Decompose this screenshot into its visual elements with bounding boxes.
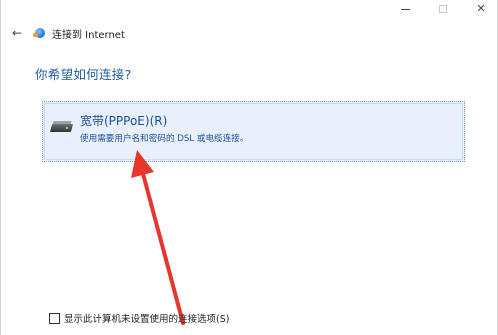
- minimize-icon: [400, 8, 410, 10]
- show-unconfigured-options-checkbox[interactable]: [49, 312, 60, 324]
- checkbox-label[interactable]: 显示此计算机未设置使用的连接选项(S): [64, 311, 229, 325]
- option-title: 宽带(PPPoE)(R): [80, 114, 168, 128]
- title-bar: ✕: [1, 0, 497, 16]
- connect-to-internet-window: ✕ ← 连接到 Internet 你希望如何连接? 宽带(PPPoE)(R) 使…: [0, 0, 498, 335]
- minimize-button[interactable]: [387, 0, 423, 16]
- maximize-button[interactable]: [425, 0, 461, 16]
- navigation-bar: ← 连接到 Internet: [9, 24, 125, 42]
- close-icon: ✕: [476, 1, 486, 15]
- broadband-pppoe-option[interactable]: 宽带(PPPoE)(R) 使用需要用户名和密码的 DSL 或电缆连接。: [42, 101, 465, 162]
- option-description: 使用需要用户名和密码的 DSL 或电缆连接。: [80, 134, 249, 144]
- red-annotation-arrow: [131, 150, 185, 325]
- close-button[interactable]: ✕: [463, 0, 498, 16]
- network-globe-icon: [33, 26, 47, 40]
- page-heading: 你希望如何连接?: [35, 67, 132, 82]
- wizard-title: 连接到 Internet: [52, 29, 125, 41]
- show-unconfigured-options-row[interactable]: 显示此计算机未设置使用的连接选项(S): [49, 311, 229, 325]
- maximize-icon: [439, 5, 447, 13]
- back-arrow-icon[interactable]: ←: [9, 26, 25, 40]
- modem-icon: [49, 121, 74, 135]
- arrow-shaft: [140, 168, 185, 325]
